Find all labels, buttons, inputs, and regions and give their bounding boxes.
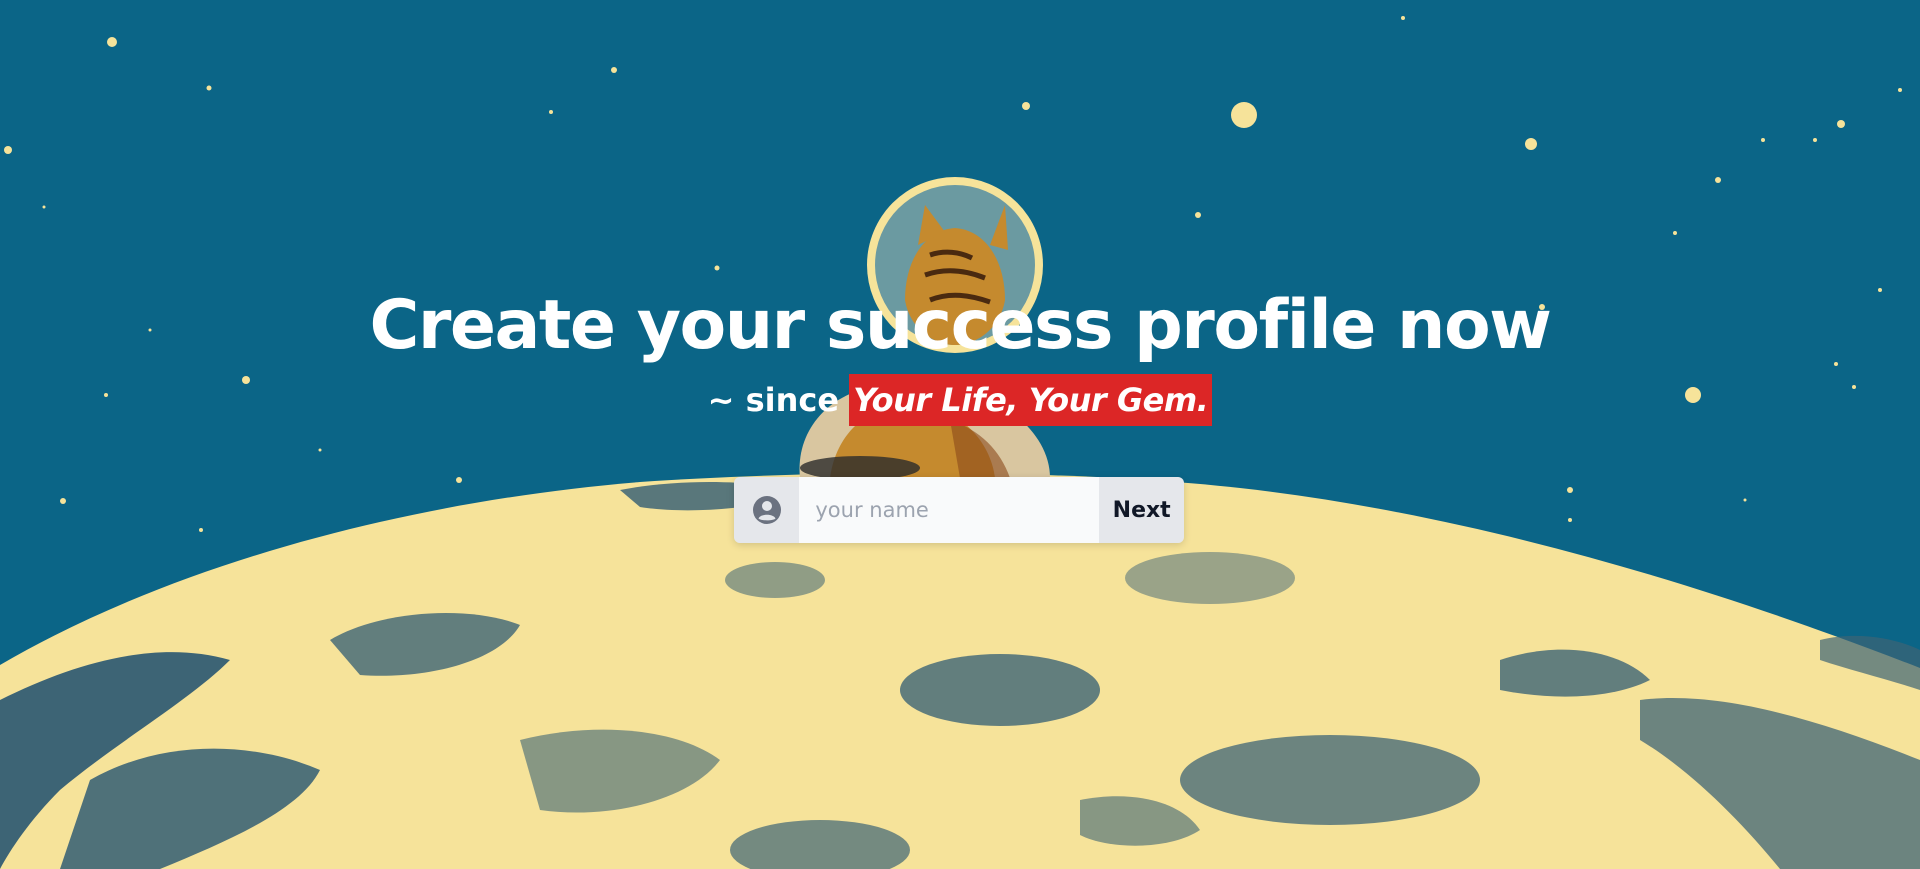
tagline: ~ since Your Life, Your Gem. — [708, 374, 1213, 426]
tagline-highlight: Your Life, Your Gem. — [849, 374, 1213, 426]
tagline-prefix: ~ since — [707, 381, 840, 419]
hero-scene: Create your success profile now ~ since … — [0, 0, 1920, 869]
name-input[interactable] — [799, 477, 1100, 543]
name-form: Next — [734, 477, 1184, 543]
space-illustration — [0, 0, 1920, 869]
user-icon-addon — [734, 477, 800, 543]
user-circle-icon — [752, 496, 781, 524]
page-title: Create your success profile now — [369, 286, 1552, 365]
next-button[interactable]: Next — [1099, 477, 1184, 543]
hero-text: Create your success profile now ~ since … — [0, 286, 1920, 426]
